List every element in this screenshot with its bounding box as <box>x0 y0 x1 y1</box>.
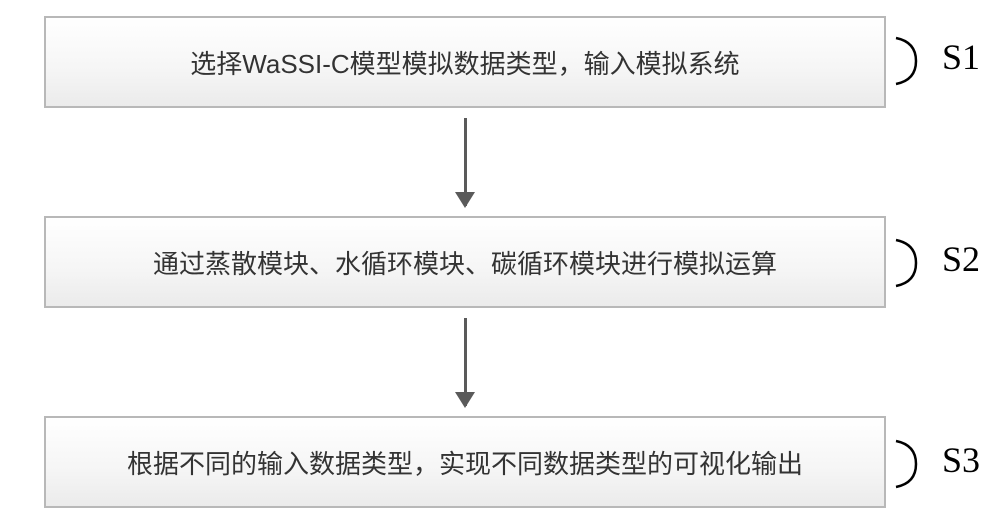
step-label-s2: S2 <box>942 238 980 280</box>
arrow-down-icon <box>464 318 467 406</box>
arrow-down-icon <box>464 118 467 206</box>
bracket-icon <box>894 36 934 86</box>
arrow-gap-2 <box>42 308 888 416</box>
step-text-s3: 根据不同的输入数据类型，实现不同数据类型的可视化输出 <box>127 444 803 481</box>
step-label-s1: S1 <box>942 36 980 78</box>
step-box-s2: 通过蒸散模块、水循环模块、碳循环模块进行模拟运算 <box>44 216 886 308</box>
bracket-icon <box>894 238 934 288</box>
step-box-s3: 根据不同的输入数据类型，实现不同数据类型的可视化输出 <box>44 416 886 508</box>
arrow-gap-1 <box>42 108 888 216</box>
step-text-s1: 选择WaSSI-C模型模拟数据类型，输入模拟系统 <box>190 44 739 81</box>
step-text-s2: 通过蒸散模块、水循环模块、碳循环模块进行模拟运算 <box>153 244 777 281</box>
step-box-s1: 选择WaSSI-C模型模拟数据类型，输入模拟系统 <box>44 16 886 108</box>
step-label-s3: S3 <box>942 439 980 481</box>
flowchart-container: 选择WaSSI-C模型模拟数据类型，输入模拟系统 通过蒸散模块、水循环模块、碳循… <box>42 16 888 512</box>
bracket-icon <box>894 439 934 489</box>
